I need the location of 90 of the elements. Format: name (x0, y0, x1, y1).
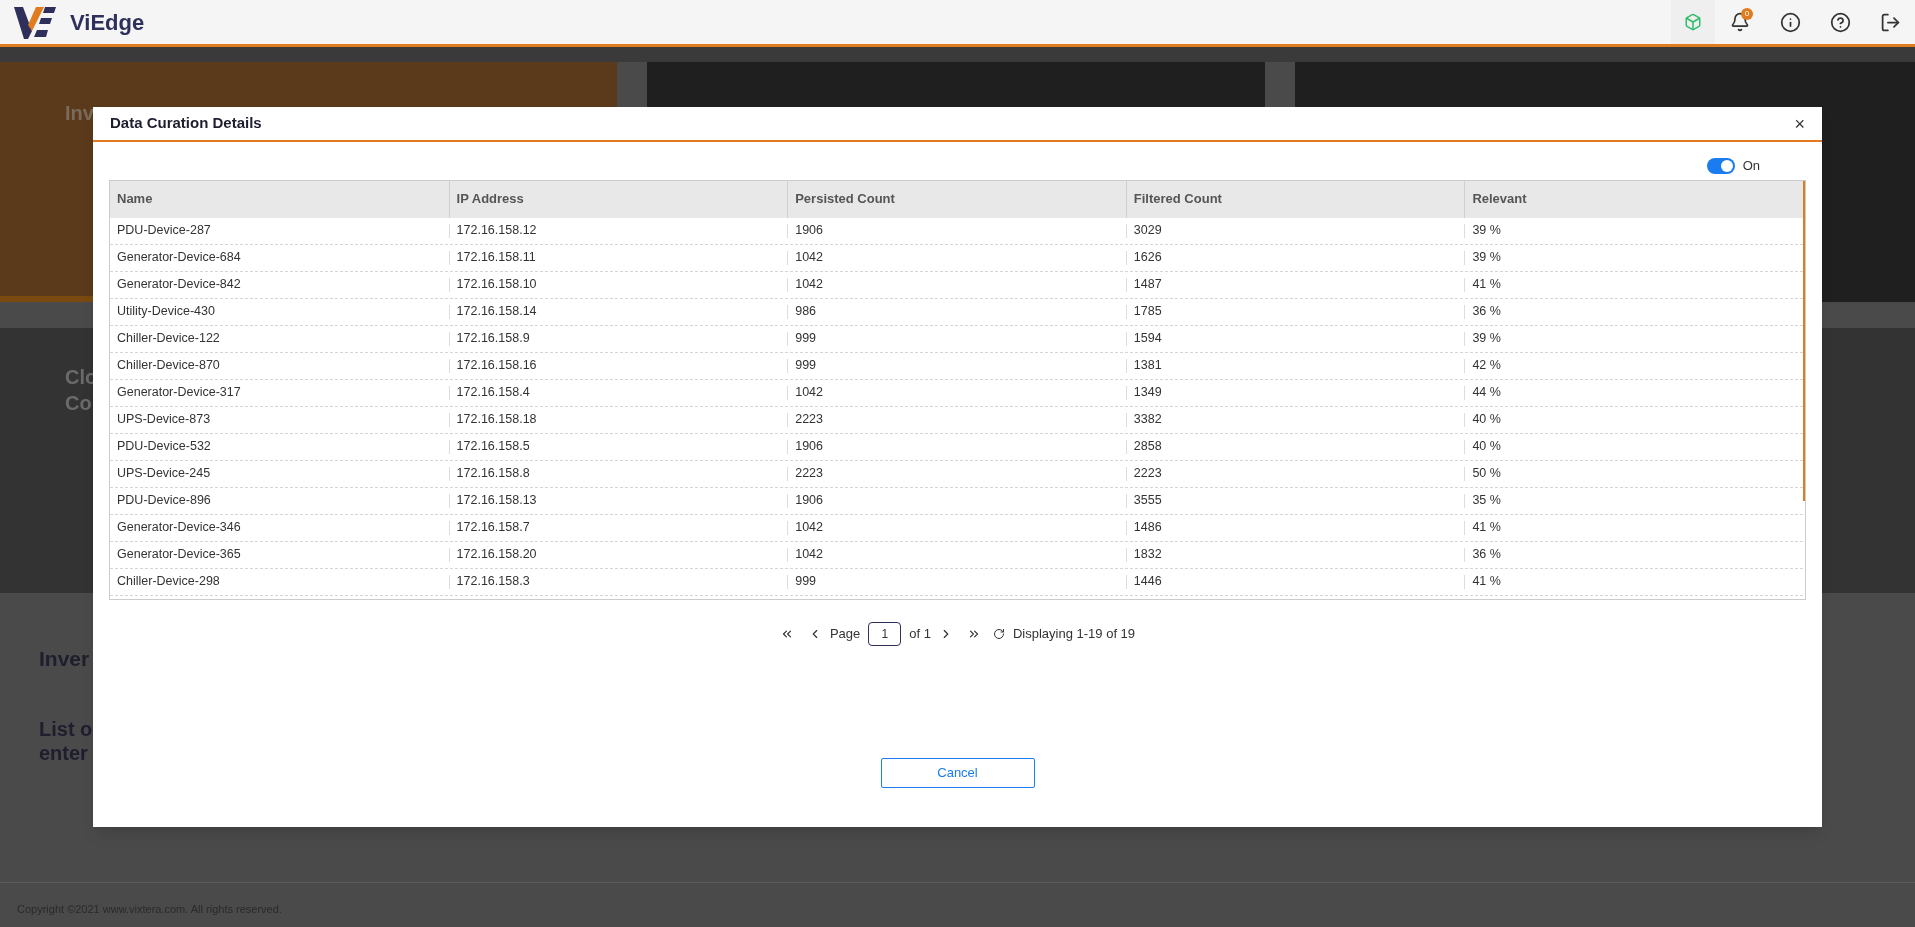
table-cell-text: 172.16.158.11 (456, 249, 536, 267)
table-cell-text: 1594 (1133, 330, 1162, 348)
table-cell-text: 172.16.158.18 (456, 411, 537, 429)
page-label: Page (829, 624, 861, 643)
notification-badge: 0 (1741, 8, 1753, 20)
logo-icon (14, 5, 56, 39)
table-cell-text: 986 (795, 303, 817, 321)
table-cell-text: 172.16.158.4 (456, 384, 530, 402)
table-cell-text: 36 % (1472, 303, 1501, 321)
bell-icon (1730, 12, 1750, 32)
table-cell-text: PDU-Device-896 (117, 492, 211, 510)
table-cell-text: 1042 (795, 519, 823, 537)
table-cell-text: 50 % (1472, 465, 1501, 483)
table-cell-text: 172.16.158.3 (456, 573, 530, 591)
close-button[interactable]: × (1794, 114, 1805, 133)
table-cell-text: 1906 (795, 492, 823, 510)
table-cell-text: 1626 (1133, 249, 1162, 267)
table-cell-text: 1487 (1133, 276, 1162, 294)
brand-name: ViEdge (70, 8, 145, 37)
dialog-title: Data Curation Details (110, 113, 262, 134)
table-cell-text: Generator-Device-317 (117, 384, 241, 402)
table-cell-text: 36 % (1472, 546, 1501, 564)
table-cell-text: 1486 (1133, 519, 1162, 537)
toggle-switch[interactable] (1706, 157, 1735, 174)
table-cell-text: PDU-Device-532 (117, 438, 211, 456)
table-cell-text: 172.16.158.12 (456, 222, 537, 240)
table-cell-text: 3029 (1133, 222, 1162, 240)
column-header[interactable]: Persisted Count (795, 189, 895, 209)
table-cell-text: Generator-Device-842 (117, 276, 241, 294)
table-cell-text: 2858 (1133, 438, 1162, 456)
table-cell-text: 999 (795, 357, 817, 375)
toggle-label: On (1742, 157, 1760, 175)
page-input[interactable]: 1 (868, 621, 902, 646)
table-cell-text: 172.16.158.9 (456, 330, 530, 348)
table-cell-text: 1832 (1133, 546, 1162, 564)
table-cell-text: 42 % (1472, 357, 1501, 375)
table-cell-text: Utility-Device-430 (117, 303, 215, 321)
table-cell-text: 1042 (795, 249, 823, 267)
table-cell-text: 1785 (1133, 303, 1162, 321)
table-cell-text: 1381 (1133, 357, 1162, 375)
table-cell-text: 999 (795, 573, 817, 591)
table-cell-text: 1349 (1133, 384, 1162, 402)
table-cell-text: 44 % (1472, 384, 1501, 402)
table-cell-text: 41 % (1472, 519, 1501, 537)
cancel-button[interactable]: Cancel (880, 757, 1035, 788)
table-cell-text: Generator-Device-365 (117, 546, 241, 564)
page-count: of 1 (909, 624, 931, 643)
table-cell-text: 1906 (795, 222, 823, 240)
table-cell-text: 172.16.158.7 (456, 519, 530, 537)
table-cell-text: 3555 (1133, 492, 1162, 510)
column-header[interactable]: Relevant (1472, 189, 1527, 209)
table-cell-text: 1906 (795, 438, 823, 456)
table-cell-text: Chiller-Device-122 (117, 330, 220, 348)
table-cell-text: 172.16.158.16 (456, 357, 537, 375)
column-header[interactable]: IP Address (456, 189, 524, 209)
table-cell-text: 2223 (795, 465, 823, 483)
table-cell-text: 40 % (1472, 438, 1501, 456)
card-title: Inv (65, 102, 94, 124)
table-cell-text: Chiller-Device-298 (117, 573, 220, 591)
column-header[interactable]: Name (117, 189, 153, 209)
table-cell-text: 39 % (1472, 222, 1501, 240)
table-cell-text: 2223 (1133, 465, 1162, 483)
table-cell-text: 1042 (795, 276, 823, 294)
table-cell-text: 2223 (795, 411, 823, 429)
table-cell-text: 35 % (1472, 492, 1501, 510)
table-cell-text: Generator-Device-346 (117, 519, 241, 537)
table-cell-text: 172.16.158.14 (456, 303, 537, 321)
table-cell-text: Generator-Device-684 (117, 249, 241, 267)
table-cell-text: 41 % (1472, 573, 1501, 591)
table-cell-text: PDU-Device-287 (117, 222, 211, 240)
table-cell-text: UPS-Device-873 (117, 411, 211, 429)
table-cell-text: 39 % (1472, 330, 1501, 348)
table-cell-text: 1042 (795, 384, 823, 402)
table-cell-text: 172.16.158.5 (456, 438, 530, 456)
table-cell-text: 40 % (1472, 411, 1501, 429)
table-cell-text: 3382 (1133, 411, 1162, 429)
table-cell-text: 41 % (1472, 276, 1501, 294)
table-cell-text: 1446 (1133, 573, 1162, 591)
table-cell-text: 172.16.158.13 (456, 492, 537, 510)
table-cell-text: Chiller-Device-870 (117, 357, 220, 375)
table-cell-text: UPS-Device-245 (117, 465, 211, 483)
table-cell-text: 1042 (795, 546, 823, 564)
column-header[interactable]: Filtered Count (1133, 189, 1222, 209)
table-cell-text: 39 % (1472, 249, 1501, 267)
table-cell-text: 172.16.158.10 (456, 276, 537, 294)
display-status: Displaying 1-19 of 19 (1012, 624, 1136, 643)
table-cell-text: 172.16.158.8 (456, 465, 530, 483)
refresh-icon[interactable] (992, 627, 1005, 640)
table-cell-text: 172.16.158.20 (456, 546, 537, 564)
table-cell-text: 999 (795, 330, 817, 348)
